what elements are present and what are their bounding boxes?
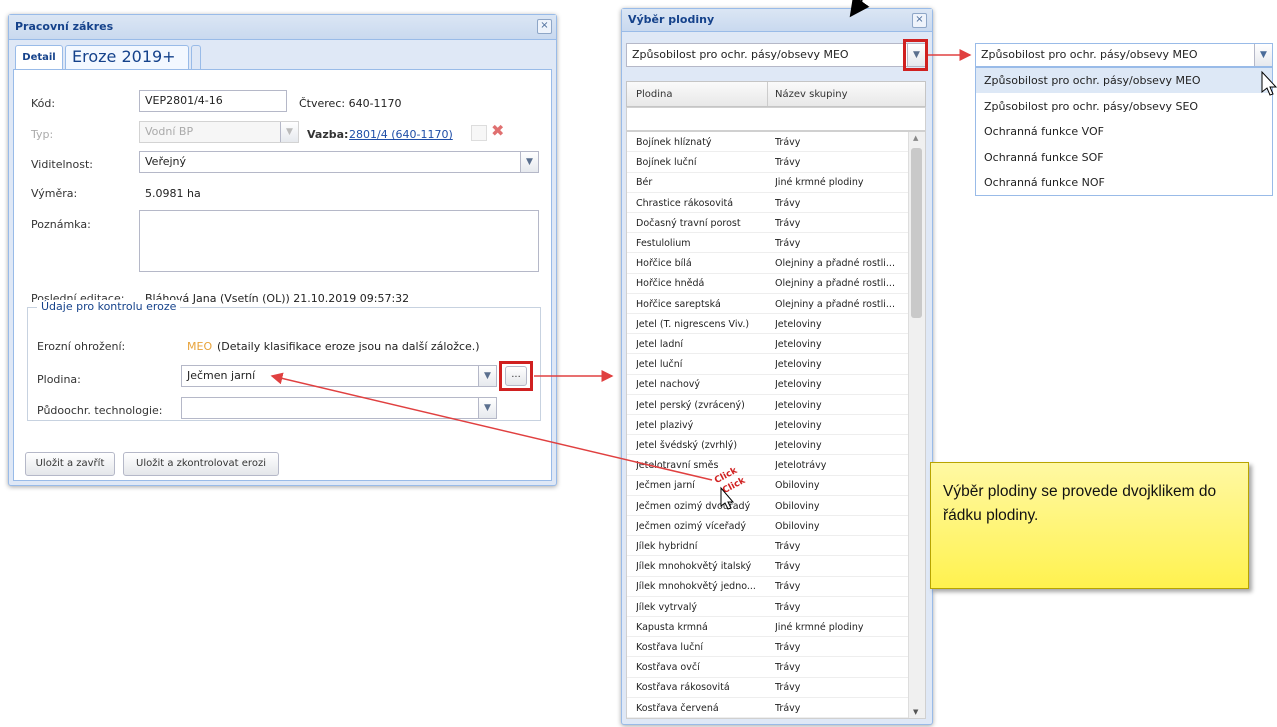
mouse-cursor-icon [720,486,735,510]
instruction-note: Výběr plodiny se provede dvojklikem do ř… [930,462,1249,589]
arrow-to-crop-title [849,0,870,18]
mouse-cursor-icon [1261,70,1277,96]
arrow-to-plodina [270,372,713,481]
annotation-overlay [270,0,1277,510]
